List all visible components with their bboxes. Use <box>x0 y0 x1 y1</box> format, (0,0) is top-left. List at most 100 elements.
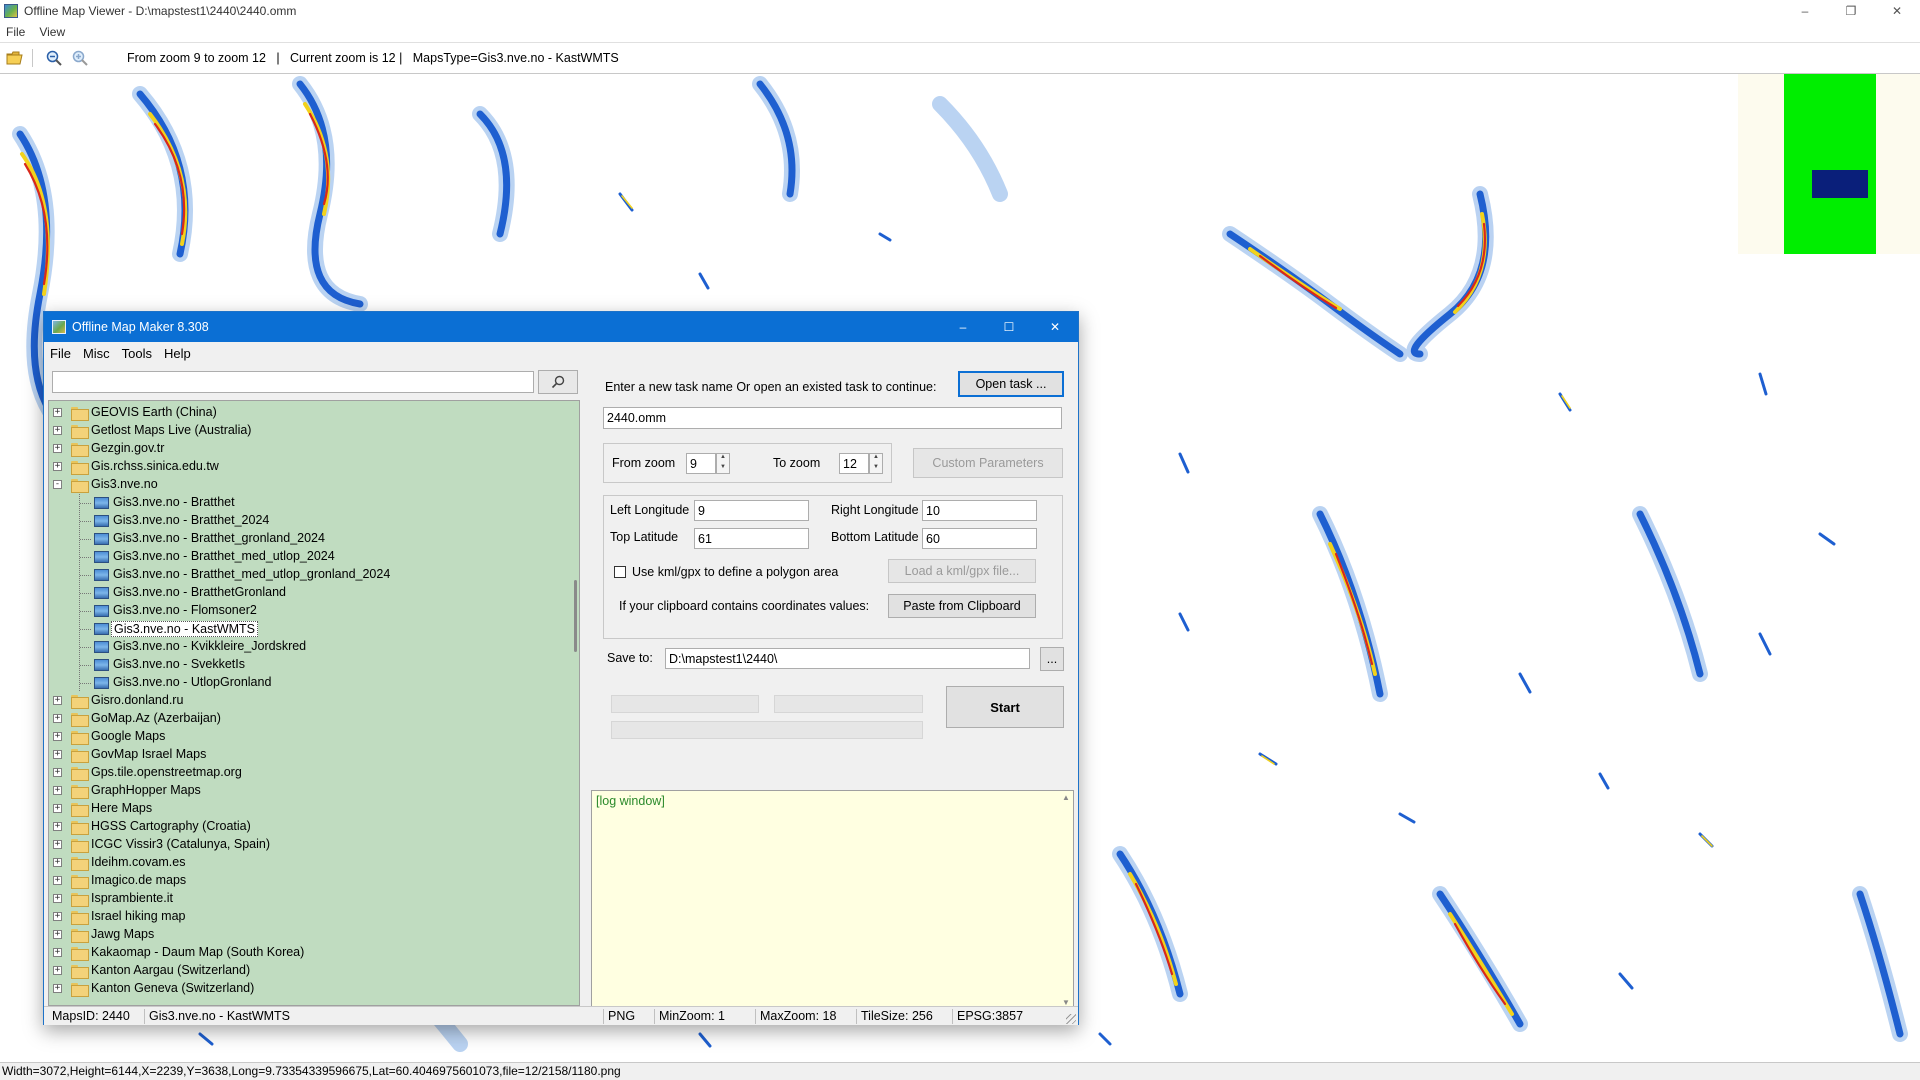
map-source-tree[interactable]: + GEOVIS Earth (China) + Getlost Maps Live … <box>48 400 580 1006</box>
tree-provider-item[interactable]: + Getlost Maps Live (Australia) <box>49 422 569 440</box>
tree-scrollbar[interactable] <box>572 400 580 1006</box>
tree-provider-item[interactable]: + Kanton Aargau (Switzerland) <box>49 962 569 980</box>
open-folder-icon[interactable] <box>4 47 26 69</box>
to-zoom-spinner[interactable] <box>869 453 883 474</box>
tree-provider-item[interactable]: + GraphHopper Maps <box>49 782 569 800</box>
from-zoom-input[interactable] <box>686 453 716 474</box>
collapse-icon[interactable]: - <box>53 480 62 489</box>
close-icon[interactable]: ✕ <box>1874 0 1920 22</box>
custom-parameters-button[interactable]: Custom Parameters <box>913 448 1063 478</box>
expand-icon[interactable]: + <box>53 768 62 777</box>
expand-icon[interactable]: + <box>53 876 62 885</box>
folder-icon <box>71 821 89 835</box>
map-search-input[interactable] <box>52 371 534 393</box>
tree-provider-item[interactable]: + Imagico.de maps <box>49 872 569 890</box>
tree-provider-item[interactable]: + Gisro.donland.ru <box>49 692 569 710</box>
tree-provider-item[interactable]: + GoMap.Az (Azerbaijan) <box>49 710 569 728</box>
to-zoom-input[interactable] <box>839 453 869 474</box>
tree-provider-item[interactable]: + GEOVIS Earth (China) <box>49 404 569 422</box>
expand-icon[interactable]: + <box>53 948 62 957</box>
expand-icon[interactable]: + <box>53 426 62 435</box>
tree-provider-item[interactable]: + Kakaomap - Daum Map (South Korea) <box>49 944 569 962</box>
tree-provider-item[interactable]: + HGSS Cartography (Croatia) <box>49 818 569 836</box>
overview-current-view[interactable] <box>1812 170 1868 198</box>
expand-icon[interactable]: + <box>53 408 62 417</box>
tree-provider-item[interactable]: + Israel hiking map <box>49 908 569 926</box>
tree-map-item[interactable]: Gis3.nve.no - Flomsoner2 <box>49 602 569 620</box>
expand-icon[interactable]: + <box>53 696 62 705</box>
tree-provider-item[interactable]: + GovMap Israel Maps <box>49 746 569 764</box>
log-window[interactable]: [log window] ▲ ▼ <box>591 790 1074 1010</box>
search-button[interactable] <box>538 370 578 394</box>
tree-provider-item[interactable]: + Isprambiente.it <box>49 890 569 908</box>
paste-clipboard-button[interactable]: Paste from Clipboard <box>888 594 1036 618</box>
menu-misc[interactable]: Misc <box>83 346 110 361</box>
tree-provider-item[interactable]: + Ideihm.covam.es <box>49 854 569 872</box>
tree-provider-item[interactable]: + Kanton Geneva (Switzerland) <box>49 980 569 998</box>
start-button[interactable]: Start <box>946 686 1064 728</box>
expand-icon[interactable]: + <box>53 840 62 849</box>
expand-icon[interactable]: + <box>53 984 62 993</box>
expand-icon[interactable]: + <box>53 930 62 939</box>
close-icon[interactable]: ✕ <box>1032 312 1078 342</box>
left-longitude-input[interactable] <box>694 500 809 521</box>
tree-provider-item[interactable]: + Here Maps <box>49 800 569 818</box>
tree-map-item[interactable]: Gis3.nve.no - Bratthet_2024 <box>49 512 569 530</box>
minimize-icon[interactable]: – <box>940 312 986 342</box>
expand-icon[interactable]: + <box>53 444 62 453</box>
tree-provider-item[interactable]: + Google Maps <box>49 728 569 746</box>
tree-map-item[interactable]: Gis3.nve.no - Bratthet <box>49 494 569 512</box>
browse-button[interactable]: ... <box>1040 647 1064 671</box>
expand-icon[interactable]: + <box>53 786 62 795</box>
maximize-icon[interactable]: ☐ <box>986 312 1032 342</box>
minimize-icon[interactable]: – <box>1782 0 1828 22</box>
zoom-in-icon[interactable] <box>69 47 91 69</box>
overview-minimap[interactable] <box>1738 74 1920 254</box>
top-latitude-input[interactable] <box>694 528 809 549</box>
tree-provider-item[interactable]: + Gezgin.gov.tr <box>49 440 569 458</box>
scroll-up-icon[interactable]: ▲ <box>1062 793 1070 802</box>
tree-map-item[interactable]: Gis3.nve.no - BratthetGronland <box>49 584 569 602</box>
tree-scroll-thumb[interactable] <box>574 580 577 652</box>
tree-map-item[interactable]: Gis3.nve.no - Kvikkleire_Jordskred <box>49 638 569 656</box>
save-to-input[interactable] <box>665 648 1030 669</box>
bottom-latitude-input[interactable] <box>922 528 1037 549</box>
tree-map-item[interactable]: Gis3.nve.no - Bratthet_gronland_2024 <box>49 530 569 548</box>
tree-map-item[interactable]: Gis3.nve.no - Bratthet_med_utlop_gronlan… <box>49 566 569 584</box>
tree-provider-item[interactable]: + ICGC Vissir3 (Catalunya, Spain) <box>49 836 569 854</box>
tree-provider-item[interactable]: - Gis3.nve.no <box>49 476 569 494</box>
open-task-button[interactable]: Open task ... <box>958 371 1064 397</box>
tree-provider-item[interactable]: + Gis.rchss.sinica.edu.tw <box>49 458 569 476</box>
tree-map-item[interactable]: Gis3.nve.no - KastWMTS <box>49 620 569 638</box>
log-scrollbar[interactable]: ▲ ▼ <box>1059 791 1073 1009</box>
menu-help[interactable]: Help <box>164 346 191 361</box>
expand-icon[interactable]: + <box>53 894 62 903</box>
use-kml-checkbox[interactable] <box>614 566 626 578</box>
expand-icon[interactable]: + <box>53 858 62 867</box>
tree-map-item[interactable]: Gis3.nve.no - UtlopGronland <box>49 674 569 692</box>
right-longitude-input[interactable] <box>922 500 1037 521</box>
menu-file[interactable]: File <box>6 25 25 39</box>
expand-icon[interactable]: + <box>53 462 62 471</box>
expand-icon[interactable]: + <box>53 714 62 723</box>
menu-view[interactable]: View <box>39 25 65 39</box>
tree-map-item[interactable]: Gis3.nve.no - SvekketIs <box>49 656 569 674</box>
tree-provider-item[interactable]: + Gps.tile.openstreetmap.org <box>49 764 569 782</box>
expand-icon[interactable]: + <box>53 822 62 831</box>
dialog-titlebar[interactable]: Offline Map Maker 8.308 – ☐ ✕ <box>44 312 1078 342</box>
expand-icon[interactable]: + <box>53 732 62 741</box>
restore-icon[interactable]: ❐ <box>1828 0 1874 22</box>
zoom-out-icon[interactable] <box>43 47 65 69</box>
expand-icon[interactable]: + <box>53 804 62 813</box>
expand-icon[interactable]: + <box>53 966 62 975</box>
load-kml-button[interactable]: Load a kml/gpx file... <box>888 559 1036 583</box>
tree-provider-item[interactable]: + Jawg Maps <box>49 926 569 944</box>
menu-tools[interactable]: Tools <box>122 346 152 361</box>
resize-grip[interactable] <box>1066 1014 1076 1024</box>
tree-map-item[interactable]: Gis3.nve.no - Bratthet_med_utlop_2024 <box>49 548 569 566</box>
expand-icon[interactable]: + <box>53 750 62 759</box>
task-name-input[interactable] <box>603 407 1062 429</box>
from-zoom-spinner[interactable] <box>716 453 730 474</box>
menu-file[interactable]: File <box>50 346 71 361</box>
expand-icon[interactable]: + <box>53 912 62 921</box>
